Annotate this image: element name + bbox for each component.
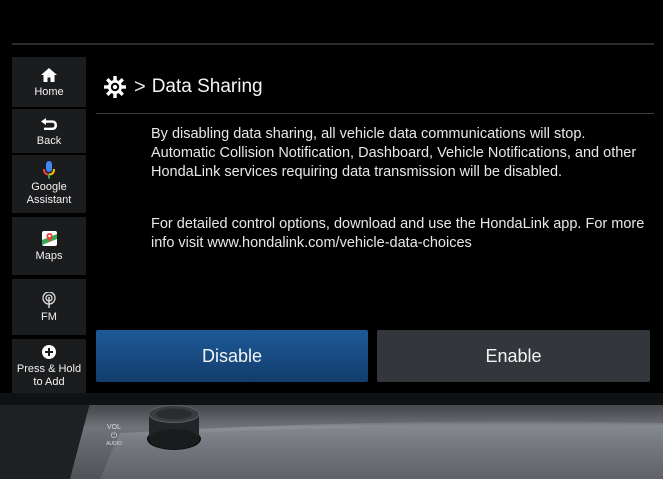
gear-icon[interactable] [104,76,126,98]
google-assistant-icon [43,161,55,179]
audio-text: AUDIO [106,441,122,447]
breadcrumb: > Data Sharing [104,67,263,107]
add-circle-icon [42,343,56,361]
volume-knob[interactable] [146,405,202,451]
sidebar-item-maps[interactable]: Maps [12,217,86,275]
top-bezel [0,0,663,44]
infotainment-screen: Home Back Google Assistant Maps FM Press… [12,45,654,393]
sidebar-item-label: Home [34,85,64,98]
back-arrow-icon [41,115,57,133]
volume-label: VOL ⏻ AUDIO [103,424,125,448]
disable-button[interactable]: Disable [96,330,368,382]
header-divider [96,113,654,114]
sidebar-item-home[interactable]: Home [12,57,86,107]
hondalink-info-text: For detailed control options, download a… [151,216,645,251]
home-icon [41,66,57,84]
sidebar-item-label: Google Assistant [26,181,72,206]
sidebar-item-label: Maps [35,249,63,262]
page-title: Data Sharing [151,76,263,97]
maps-icon [41,230,57,248]
sidebar-item-label: Back [36,134,62,147]
chevron-right-icon: > [134,75,146,98]
power-icon: ⏻ [110,431,118,440]
sidebar-item-google-assistant[interactable]: Google Assistant [12,155,86,213]
sidebar-item-back[interactable]: Back [12,109,86,153]
enable-button[interactable]: Enable [377,330,650,382]
sidebar-item-add[interactable]: Press & Hold to Add [12,339,86,393]
sidebar-item-label: FM [41,310,57,323]
sidebar-item-label: Press & Hold to Add [16,363,82,388]
radio-antenna-icon [42,291,56,309]
disable-warning-text: By disabling data sharing, all vehicle d… [151,126,637,180]
sidebar-item-fm[interactable]: FM [12,279,86,335]
bottom-bezel [0,393,663,479]
